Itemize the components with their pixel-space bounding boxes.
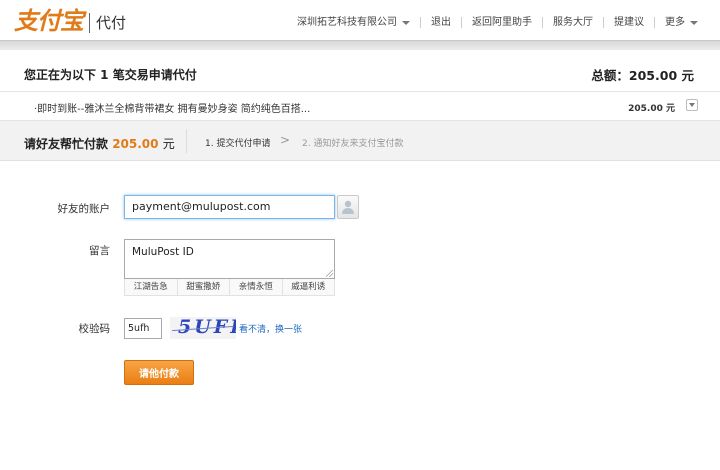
message-label: 留言 — [89, 245, 110, 257]
order-item-amount: 205.00 元 — [628, 104, 675, 114]
order-header: 您正在为以下 1 笔交易申请代付 总额：205.00 元 — [0, 50, 720, 92]
logo-text: 支付宝 — [14, 6, 84, 35]
message-text: MuluPost ID — [132, 246, 194, 258]
order-total: 总额：205.00 元 — [591, 68, 694, 83]
order-item-name: ·即时到账--雅沐兰全棉背带裙女 拥有曼妙身姿 简约纯色百搭... — [34, 104, 311, 115]
pay-request-bar: 请好友帮忙付款 205.00 元 1. 提交代付申请 > 2. 通知好友来支付宝… — [0, 120, 720, 160]
top-header: 支付宝 代付 深圳拓艺科技有限公司 退出 返回阿里助手 服务大厅 提建议 更多 — [0, 0, 720, 40]
expand-details-button[interactable] — [686, 99, 698, 111]
resize-grip-icon[interactable] — [326, 270, 333, 277]
nav-service-label: 服务大厅 — [553, 17, 593, 28]
quick-tag-threat[interactable]: 威逼利诱 — [283, 279, 335, 295]
nav-account-label: 深圳拓艺科技有限公司 — [297, 17, 397, 28]
nav-suggestion-label: 提建议 — [614, 17, 644, 28]
refresh-captcha-link[interactable]: 看不清，换一张 — [239, 322, 302, 335]
request-payment-button[interactable]: 请他付款 — [124, 360, 194, 385]
chevron-down-icon — [689, 103, 695, 107]
nav-service-hall[interactable]: 服务大厅 — [543, 17, 604, 28]
message-textarea[interactable]: MuluPost ID — [124, 239, 335, 279]
chevron-down-icon — [402, 20, 410, 25]
steps-divider — [186, 129, 187, 153]
quick-message-tags: 江湖告急 甜蜜撒娇 亲情永恒 威逼利诱 — [124, 279, 335, 296]
captcha-label: 校验码 — [78, 323, 111, 335]
order-title: 您正在为以下 1 笔交易申请代付 — [24, 68, 197, 82]
captcha-image[interactable]: 5UFH — [170, 317, 236, 339]
nav-logout-label: 退出 — [431, 17, 451, 28]
pay-request-label: 请好友帮忙付款 — [24, 137, 109, 151]
payment-form: 好友的账户 payment@mulupost.com 留言 MuluPost I… — [0, 161, 720, 470]
nav-more-menu[interactable]: 更多 — [655, 17, 698, 28]
chevron-down-icon — [690, 20, 698, 25]
friend-account-input[interactable]: payment@mulupost.com — [124, 195, 335, 219]
nav-back-to-assistant[interactable]: 返回阿里助手 — [462, 17, 543, 28]
captcha-input[interactable]: 5ufh — [124, 318, 162, 339]
step-notify: 2. 通知好友来支付宝付款 — [302, 139, 404, 149]
contact-picker-button[interactable] — [337, 195, 359, 219]
top-nav: 深圳拓艺科技有限公司 退出 返回阿里助手 服务大厅 提建议 更多 — [287, 17, 698, 28]
step-arrow-icon: > — [280, 133, 291, 147]
nav-logout[interactable]: 退出 — [421, 17, 462, 28]
user-icon — [342, 200, 354, 214]
nav-account-menu[interactable]: 深圳拓艺科技有限公司 — [287, 17, 421, 28]
quick-tag-family[interactable]: 亲情永恒 — [230, 279, 283, 295]
pay-request-amount: 205.00 — [112, 137, 159, 151]
order-item-row: ·即时到账--雅沐兰全棉背带裙女 拥有曼妙身姿 简约纯色百搭... 205.00… — [0, 92, 720, 119]
pay-request-title: 请好友帮忙付款 205.00 元 — [24, 135, 175, 152]
account-label: 好友的账户 — [57, 203, 111, 215]
nav-more-label: 更多 — [665, 17, 685, 28]
product-name: 代付 — [96, 14, 127, 32]
header-separator — [0, 40, 720, 50]
step-submit: 1. 提交代付申请 — [205, 139, 271, 149]
logo-divider — [89, 13, 90, 33]
quick-tag-sweet[interactable]: 甜蜜撒娇 — [178, 279, 230, 295]
pay-request-unit: 元 — [162, 137, 175, 151]
alipay-logo[interactable]: 支付宝 代付 — [14, 6, 126, 36]
nav-suggestion[interactable]: 提建议 — [604, 17, 655, 28]
nav-back-label: 返回阿里助手 — [472, 17, 532, 28]
quick-tag-urgent[interactable]: 江湖告急 — [125, 279, 178, 295]
